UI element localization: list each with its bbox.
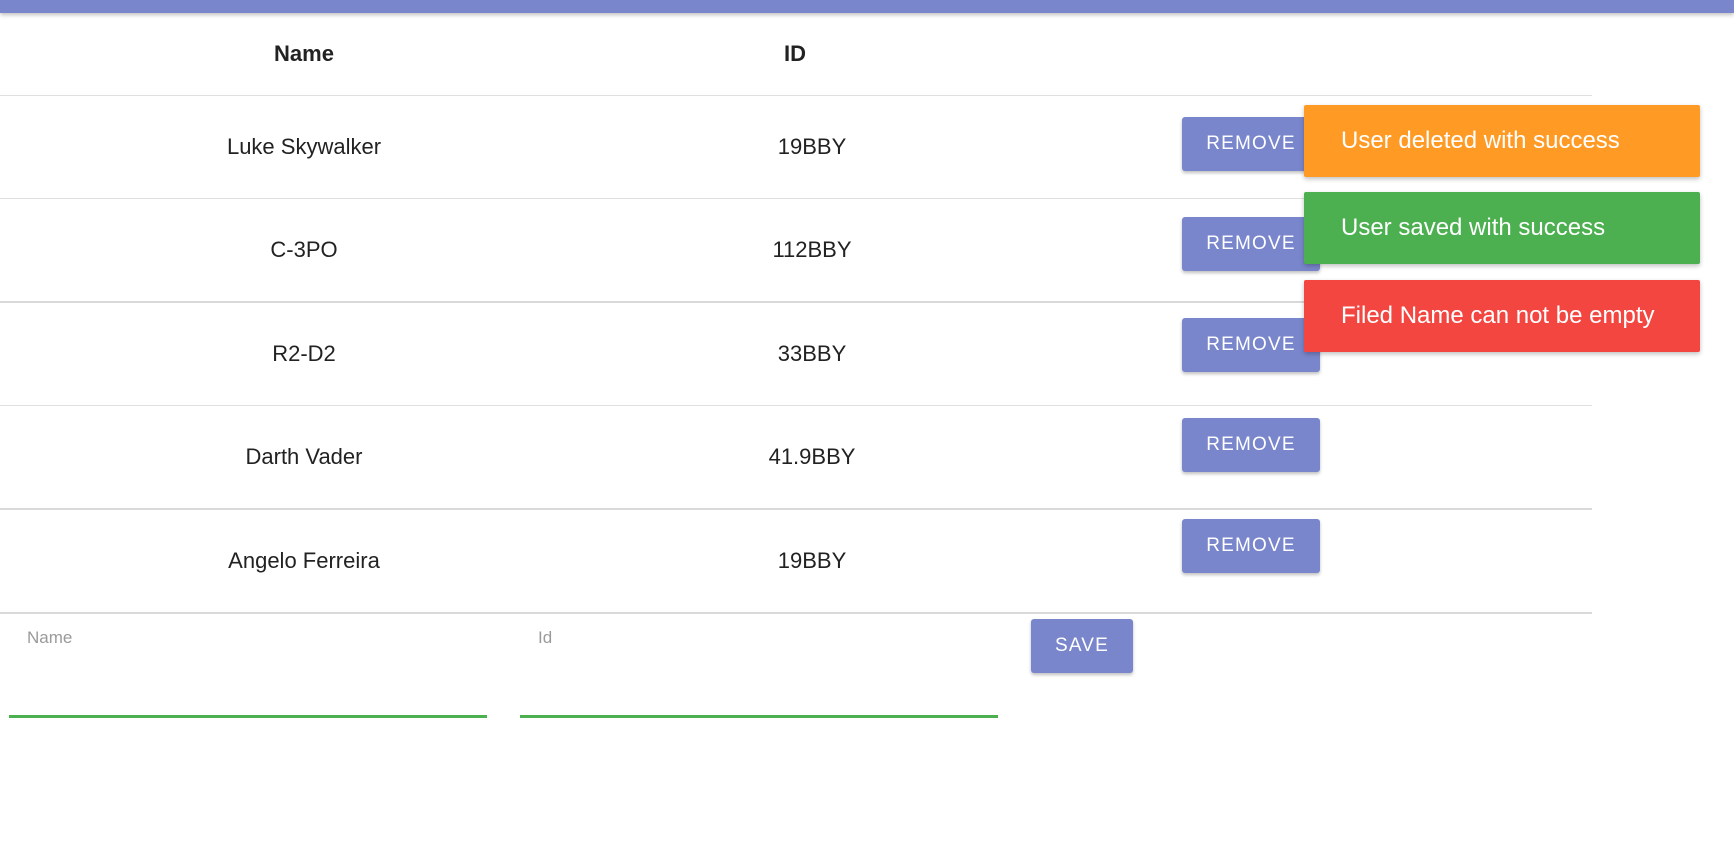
- row-name-cell: Luke Skywalker: [0, 95, 608, 199]
- save-button[interactable]: SAVE: [1031, 619, 1133, 673]
- row-name-cell: R2-D2: [0, 302, 608, 406]
- row-id-value: 19BBY: [777, 548, 847, 573]
- row-id-cell: 41.9BBY: [608, 405, 1592, 510]
- row-id-value: 112BBY: [772, 237, 852, 262]
- remove-button[interactable]: REMOVE: [1182, 318, 1320, 372]
- name-field-label: Name: [27, 628, 73, 647]
- name-field: Name: [9, 596, 487, 724]
- id-field-label: Id: [538, 628, 553, 647]
- row-name-cell: Darth Vader: [0, 405, 608, 510]
- table-header-row: Name ID: [0, 13, 1592, 96]
- row-name-cell: C-3PO: [0, 198, 608, 303]
- column-header-name: Name: [0, 13, 608, 96]
- id-field: Id: [520, 596, 998, 724]
- name-input[interactable]: [9, 666, 487, 718]
- row-id-value: 41.9BBY: [768, 444, 856, 469]
- id-input[interactable]: [520, 666, 998, 718]
- row-id-value: 33BBY: [777, 341, 847, 366]
- toast-deleted-notification[interactable]: User deleted with success: [1304, 105, 1700, 177]
- column-header-id: ID: [608, 13, 1592, 96]
- remove-button[interactable]: REMOVE: [1182, 117, 1320, 171]
- row-id-value: 19BBY: [777, 134, 847, 159]
- app-top-bar: [0, 0, 1734, 13]
- toast-error-notification[interactable]: Filed Name can not be empty: [1304, 280, 1700, 352]
- add-user-form: Name Id SAVE: [0, 596, 1734, 726]
- table-row: Darth Vader 41.9BBY: [0, 405, 1592, 510]
- remove-button[interactable]: REMOVE: [1182, 217, 1320, 271]
- remove-button[interactable]: REMOVE: [1182, 418, 1320, 472]
- remove-button[interactable]: REMOVE: [1182, 519, 1320, 573]
- toast-saved-notification[interactable]: User saved with success: [1304, 192, 1700, 264]
